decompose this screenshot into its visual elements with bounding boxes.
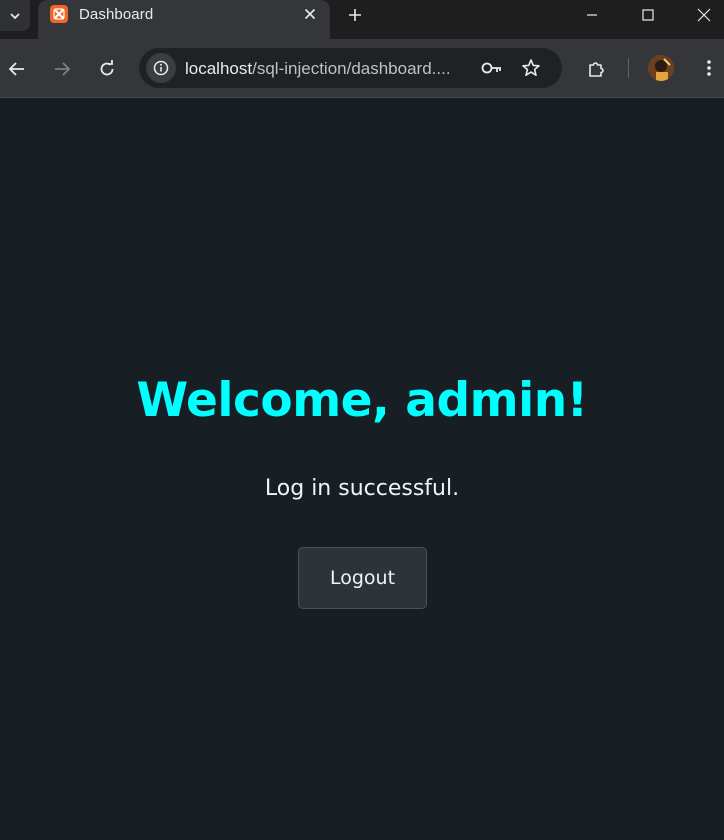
logout-button[interactable]: Logout [298, 547, 427, 609]
avatar-icon [648, 55, 674, 81]
close-icon [697, 8, 711, 22]
extensions-button[interactable] [584, 57, 608, 81]
new-tab-button[interactable] [344, 4, 366, 26]
puzzle-icon [589, 62, 604, 77]
browser-menu-button[interactable] [697, 56, 721, 80]
active-tab[interactable]: Dashboard [38, 0, 330, 39]
xampp-icon [50, 5, 68, 23]
url-text[interactable]: localhost/sql-injection/dashboard.... [185, 59, 451, 79]
maximize-button[interactable] [624, 0, 672, 30]
url-host: localhost [185, 59, 253, 78]
site-info-button[interactable] [146, 53, 176, 83]
chevron-down-icon [10, 12, 20, 19]
login-status-message: Log in successful. [264, 476, 460, 501]
forward-button[interactable] [48, 55, 76, 83]
tab-search-button[interactable] [0, 0, 30, 31]
reload-icon [100, 60, 114, 76]
maximize-icon [642, 9, 654, 21]
key-icon [481, 62, 501, 74]
browser-toolbar: localhost/sql-injection/dashboard.... [0, 39, 724, 97]
more-vert-icon [707, 60, 711, 76]
tab-close-button[interactable] [300, 4, 320, 24]
arrow-left-icon [8, 62, 24, 76]
arrow-right-icon [55, 62, 71, 76]
password-key-button[interactable] [480, 58, 504, 78]
plus-icon [349, 9, 361, 21]
minimize-button[interactable] [568, 0, 616, 30]
window-close-button[interactable] [680, 0, 724, 30]
url-path: /sql-injection/dashboard.... [252, 59, 451, 78]
tab-title: Dashboard [79, 6, 154, 23]
reload-button[interactable] [93, 55, 121, 83]
profile-avatar[interactable] [648, 55, 674, 81]
bookmark-button[interactable] [520, 57, 542, 79]
star-icon [522, 59, 540, 76]
tab-strip: Dashboard [0, 0, 724, 39]
back-button[interactable] [3, 55, 31, 83]
toolbar-divider [628, 58, 629, 78]
minimize-icon [587, 14, 597, 16]
dashboard-page: Welcome, admin! Log in successful. Logou… [0, 98, 724, 840]
welcome-heading: Welcome, admin! [136, 373, 588, 428]
close-icon [304, 8, 316, 20]
info-icon [153, 60, 169, 76]
address-bar[interactable]: localhost/sql-injection/dashboard.... [139, 48, 562, 88]
